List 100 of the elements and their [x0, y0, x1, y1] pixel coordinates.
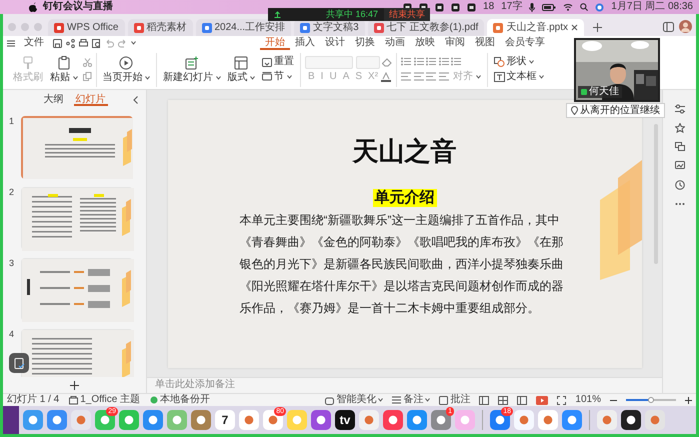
menu-icon[interactable]	[7, 40, 15, 46]
share-icon[interactable]	[66, 38, 75, 48]
redo-icon[interactable]	[118, 38, 127, 48]
battery-icon[interactable]	[542, 4, 556, 10]
shape-button[interactable]: 形状	[492, 56, 546, 68]
document-tab[interactable]: 七下 正文教参(1).pdf	[368, 19, 484, 36]
eraser-icon[interactable]	[382, 58, 392, 67]
slide-number: 1	[9, 116, 16, 127]
font-size-field[interactable]	[356, 56, 380, 69]
normal-view-icon[interactable]	[479, 396, 490, 404]
reading-view-icon[interactable]	[517, 396, 528, 404]
floating-tool-button[interactable]	[9, 353, 29, 373]
zoom-slider-thumb[interactable]	[648, 397, 654, 403]
section-button[interactable]: 节	[260, 70, 296, 83]
ribbon-tab[interactable]: 切换	[350, 36, 380, 50]
control-center-icon[interactable]	[595, 2, 604, 12]
cut-icon[interactable]	[82, 58, 92, 67]
stop-sharing-button[interactable]: 结束共享	[384, 8, 430, 21]
document-tab[interactable]: WPS Office	[48, 19, 124, 36]
zoom-level: 101%	[575, 394, 601, 406]
caret-icon	[476, 74, 480, 78]
slide-number: 3	[9, 258, 16, 269]
fit-window-icon[interactable]	[557, 396, 566, 404]
align-center-icon[interactable]	[414, 72, 424, 81]
align-left-icon[interactable]	[401, 72, 411, 81]
history-icon[interactable]	[674, 180, 684, 190]
save-icon[interactable]	[53, 38, 62, 48]
grid-view-icon[interactable]	[498, 396, 508, 404]
ribbon-tab[interactable]: 审阅	[440, 36, 470, 50]
caret-icon	[72, 76, 78, 80]
justify-icon[interactable]	[438, 72, 448, 81]
search-icon[interactable]	[580, 3, 588, 11]
play-from-current-button[interactable]: 当页开始	[100, 56, 152, 84]
preview-icon[interactable]	[92, 38, 101, 48]
upload-icon	[274, 11, 281, 18]
sidebar-toggle-icon[interactable]	[663, 22, 674, 32]
slide-number: 2	[9, 187, 16, 198]
ribbon-tab[interactable]: 设计	[320, 36, 350, 50]
line-spacing-icon[interactable]	[451, 56, 461, 66]
ribbon-tab[interactable]: 开始	[260, 36, 290, 50]
slide-number: 4	[9, 329, 16, 340]
microphone-icon[interactable]	[529, 2, 536, 12]
notes-icon	[392, 396, 402, 404]
text-box-button[interactable]: 文本框	[492, 70, 546, 83]
close-icon[interactable]	[571, 24, 578, 31]
notes-button[interactable]: 备注	[392, 394, 430, 406]
align-right-icon[interactable]	[426, 72, 436, 81]
file-menu[interactable]: 文件	[19, 36, 49, 50]
numbered-list-icon[interactable]	[414, 56, 424, 66]
participant-name: 何天佳	[578, 86, 622, 98]
collapse-icon[interactable]	[133, 96, 138, 104]
document-icon	[374, 22, 384, 32]
comments-icon[interactable]	[674, 142, 684, 152]
document-tab[interactable]: 稻壳素材	[128, 19, 192, 36]
font-name-field[interactable]	[305, 56, 353, 69]
slide-counter: 幻灯片 1 / 4	[7, 394, 60, 406]
slide-title: 天山之音	[352, 136, 456, 167]
bullet-list-icon[interactable]	[401, 56, 411, 66]
ribbon-tab[interactable]: 视图	[470, 36, 500, 50]
print-icon[interactable]	[79, 38, 88, 48]
backup-button[interactable]: 本地备份开	[150, 394, 210, 406]
outdent-icon[interactable]	[426, 56, 436, 66]
theme-button[interactable]: 1_Office 主题	[69, 394, 140, 406]
ribbon-tab[interactable]: 插入	[290, 36, 320, 50]
slideshow-icon[interactable]	[536, 396, 548, 404]
add-tab-icon[interactable]	[593, 23, 602, 32]
wifi-icon[interactable]	[563, 3, 574, 11]
app-icon[interactable]: tv	[335, 410, 355, 430]
zoom-in-icon[interactable]	[685, 396, 692, 404]
copy-icon[interactable]	[82, 72, 92, 81]
panel-tab[interactable]: 大纲	[42, 94, 66, 106]
layout-button[interactable]: 版式	[226, 56, 257, 84]
image-icon[interactable]	[674, 161, 684, 171]
paste-button[interactable]: 粘贴	[48, 56, 80, 84]
play-icon	[119, 56, 134, 70]
app-icon[interactable]	[621, 410, 641, 430]
caret-icon	[425, 398, 430, 402]
star-icon[interactable]	[674, 123, 684, 133]
beautify-button[interactable]: 智能美化	[325, 394, 384, 406]
document-tab[interactable]: 2024...工作安排	[196, 19, 292, 36]
new-slide-button[interactable]: 新建幻灯片	[161, 56, 222, 84]
panel-tab[interactable]: 幻灯片	[74, 94, 108, 106]
location-pin-icon	[571, 106, 578, 115]
indent-icon[interactable]	[438, 56, 448, 66]
add-slide-icon[interactable]	[70, 380, 79, 390]
ribbon-tab[interactable]: 会员专享	[500, 36, 550, 50]
slide-thumbnail[interactable]	[21, 116, 133, 179]
settings-icon[interactable]	[674, 104, 684, 114]
font-color-icon[interactable]	[381, 72, 392, 82]
resume-button[interactable]: 从离开的位置继续	[566, 103, 665, 118]
comment-icon	[439, 396, 448, 404]
avatar-icon[interactable]	[679, 20, 692, 33]
ribbon-tab[interactable]: 动画	[380, 36, 410, 50]
document-tab[interactable]: 天山之音.pptx	[487, 19, 584, 36]
caret-icon	[131, 41, 136, 45]
undo-icon[interactable]	[105, 38, 114, 48]
comments-button[interactable]: 批注	[439, 394, 470, 406]
ribbon-tab[interactable]: 放映	[410, 36, 440, 50]
reset-button[interactable]: 重置	[260, 56, 296, 68]
app-icon[interactable]: 7	[215, 410, 235, 430]
